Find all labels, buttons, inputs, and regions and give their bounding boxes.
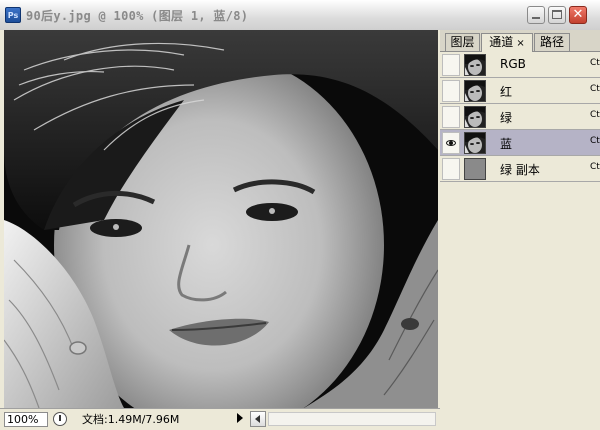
channel-thumbnail <box>464 80 486 102</box>
channel-thumbnail <box>464 106 486 128</box>
tab-layers[interactable]: 图层 <box>445 33 480 51</box>
channel-label: 红 <box>500 85 513 99</box>
title-bar: Ps 90后y.jpg @ 100% (图层 1, 蓝/8) ✕ <box>0 0 600 31</box>
panel-empty-area <box>440 211 600 429</box>
tab-paths[interactable]: 路径 <box>534 33 570 51</box>
minimize-button[interactable] <box>527 6 545 24</box>
channel-shortcut: Ct <box>590 136 600 146</box>
channel-label: 绿 <box>500 111 513 125</box>
navigator-icon[interactable] <box>53 412 67 426</box>
tab-layers-label: 图层 <box>450 35 475 49</box>
document-size-info: 文档:1.49M/7.96M <box>82 413 180 426</box>
close-icon: ✕ <box>572 7 584 22</box>
channel-label: 蓝 <box>500 137 513 151</box>
visibility-toggle[interactable] <box>442 132 460 154</box>
tab-channels[interactable]: 通道 × <box>481 33 533 52</box>
window-title: 90后y.jpg @ 100% (图层 1, 蓝/8) <box>26 9 249 23</box>
scroll-left-button[interactable] <box>250 411 266 427</box>
channels-panel: 图层 通道 × 路径 RGB Ct 红 Ct 绿 Ct 蓝 Ct 绿 副本 Ct <box>440 30 600 429</box>
visibility-toggle[interactable] <box>442 106 460 128</box>
channel-row[interactable]: 绿 Ct <box>440 104 600 130</box>
horizontal-scrollbar[interactable] <box>268 412 436 426</box>
zoom-level-field[interactable]: 100% <box>4 412 48 427</box>
eye-icon <box>446 140 456 146</box>
maximize-button[interactable] <box>548 6 566 24</box>
visibility-toggle[interactable] <box>442 158 460 180</box>
channel-thumbnail <box>464 132 486 154</box>
channel-row[interactable]: 绿 副本 Ct <box>440 156 600 182</box>
channel-thumbnail <box>464 54 486 76</box>
maximize-icon <box>552 10 562 19</box>
photoshop-app-icon: Ps <box>5 7 21 23</box>
visibility-toggle[interactable] <box>442 54 460 76</box>
channel-row[interactable]: 蓝 Ct <box>440 130 600 156</box>
tab-paths-label: 路径 <box>539 35 564 49</box>
status-bar: 100% 文档:1.49M/7.96M <box>0 408 440 430</box>
visibility-toggle[interactable] <box>442 80 460 102</box>
status-menu-arrow-icon[interactable] <box>237 413 243 423</box>
channel-thumbnail <box>464 158 486 180</box>
channel-row[interactable]: RGB Ct <box>440 52 600 78</box>
channel-shortcut: Ct <box>590 84 600 94</box>
tab-channels-label: 通道 <box>489 35 514 49</box>
channel-label: 绿 副本 <box>500 163 540 177</box>
tab-close-icon[interactable]: × <box>516 38 524 49</box>
channel-shortcut: Ct <box>590 58 600 68</box>
channel-shortcut: Ct <box>590 162 600 172</box>
channel-label: RGB <box>500 57 526 71</box>
image-canvas[interactable] <box>4 30 438 408</box>
close-button[interactable]: ✕ <box>569 6 587 24</box>
portrait-photo <box>4 30 438 408</box>
channel-row[interactable]: 红 Ct <box>440 78 600 104</box>
panel-tab-bar: 图层 通道 × 路径 <box>440 30 600 52</box>
minimize-icon <box>532 17 540 19</box>
channel-shortcut: Ct <box>590 110 600 120</box>
